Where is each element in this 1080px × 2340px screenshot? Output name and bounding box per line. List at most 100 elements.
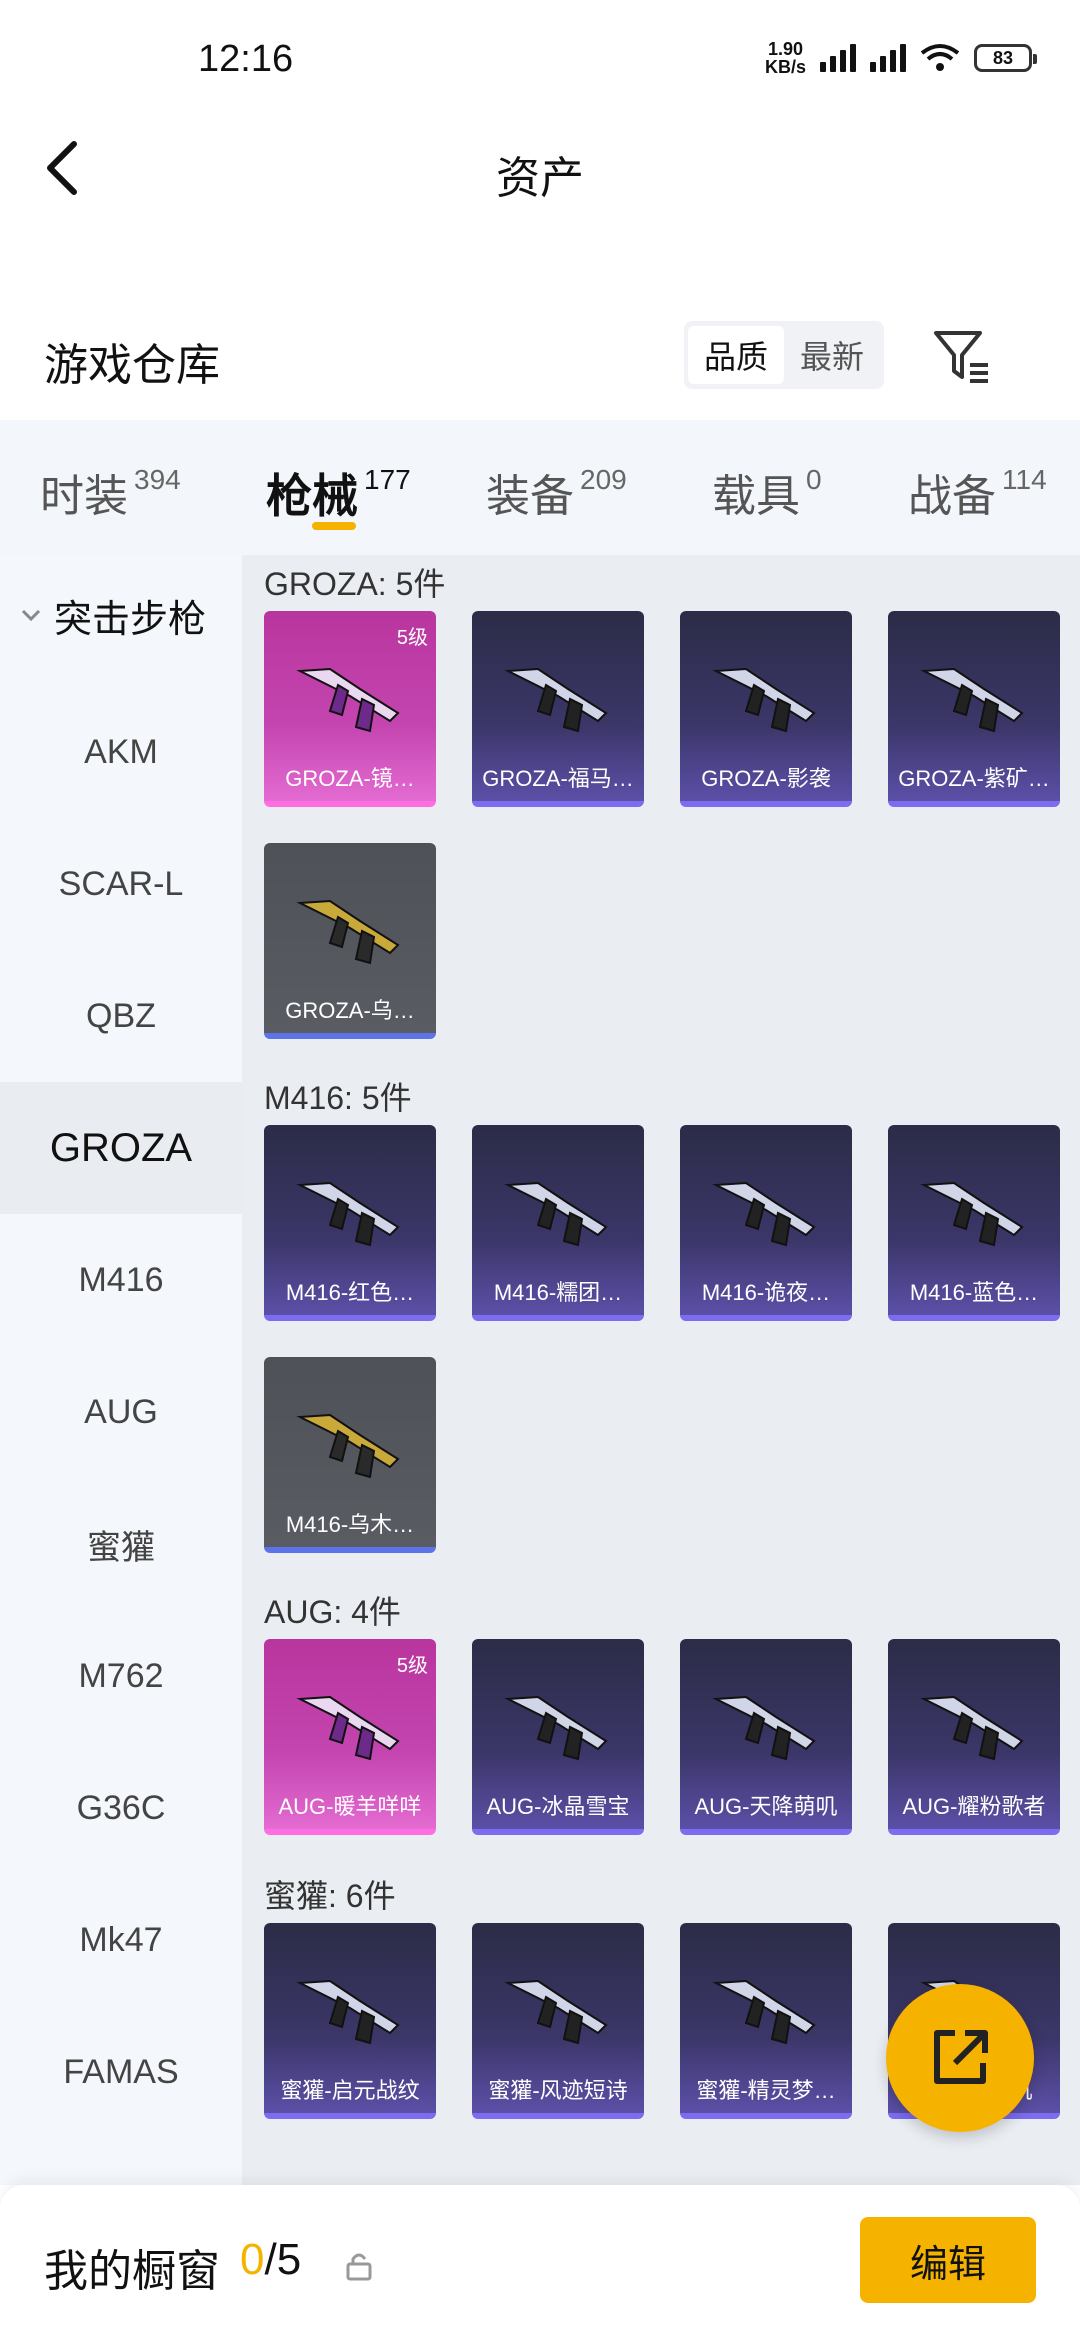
gun-icon [920, 667, 1024, 733]
lock-icon [346, 2253, 372, 2281]
battery-icon: 83 [974, 44, 1037, 72]
sidebar-item-akm[interactable]: AKM [0, 686, 242, 818]
showcase-count: 0/5 [240, 2235, 302, 2284]
assets-page: 12:16 1.90 KB/s 83 资产 游戏仓库 品质 最新 时装 394 … [0, 0, 1080, 2340]
card-label: GROZA-乌… [285, 998, 415, 1023]
sort-toggle: 品质 最新 [684, 321, 884, 389]
sidebar-item-g36c[interactable]: G36C [0, 1742, 242, 1874]
status-bar: 12:16 1.90 KB/s 83 [0, 0, 1080, 120]
tab-active-indicator [312, 522, 356, 530]
section-title: 蜜獾: 6件 [264, 1878, 396, 1914]
category-tabs: 时装 394 枪械 177 装备 209 载具 0 战备 114 [0, 420, 1080, 555]
weapon-card[interactable]: 蜜獾-风迹短诗 [472, 1923, 644, 2119]
page-title: 资产 [496, 154, 584, 203]
card-level: 5级 [396, 1655, 428, 1677]
card-label: AUG-天降萌叽 [694, 1794, 838, 1819]
card-label: 蜜獾-启元战纹 [280, 2078, 420, 2103]
gun-icon [712, 667, 816, 733]
warehouse-row: 游戏仓库 品质 最新 [0, 315, 1080, 415]
card-label: GROZA-影袭 [701, 766, 831, 791]
weapon-card[interactable]: M416-蓝色… [888, 1125, 1060, 1321]
card-label: AUG-冰晶雪宝 [486, 1794, 630, 1819]
weapon-card[interactable]: GROZA-福马… [472, 611, 644, 807]
card-label: AUG-暖羊咩咩 [278, 1794, 422, 1819]
tab-firearms[interactable]: 枪械 177 [266, 460, 411, 526]
sidebar-item-m416[interactable]: M416 [0, 1214, 242, 1346]
weapon-card[interactable]: GROZA-影袭 [680, 611, 852, 807]
sidebar-group-assault-rifles[interactable]: 突击步枪 [0, 585, 242, 645]
weapon-card[interactable]: AUG-冰晶雪宝 [472, 1639, 644, 1835]
sidebar-item-mk47[interactable]: Mk47 [0, 1874, 242, 2006]
share-icon [934, 2030, 988, 2084]
gun-icon [296, 899, 400, 965]
weapon-card[interactable]: GROZA-紫矿… [888, 611, 1060, 807]
card-level: 5级 [396, 627, 428, 649]
share-fab[interactable] [886, 1984, 1034, 2132]
card-label: GROZA-紫矿… [898, 766, 1050, 791]
weapon-card[interactable]: M416-乌木… [264, 1357, 436, 1553]
sort-newest-option[interactable]: 最新 [784, 326, 880, 384]
showcase-bar: 我的橱窗 0/5 编辑 [0, 2185, 1080, 2340]
card-label: M416-乌木… [285, 1512, 415, 1537]
sort-quality-option[interactable]: 品质 [688, 326, 784, 384]
weapon-card[interactable]: AUG-天降萌叽 [680, 1639, 852, 1835]
card-label: 蜜獾-风迹短诗 [488, 2078, 628, 2103]
gun-icon [296, 1413, 400, 1479]
card-label: M416-诡夜… [701, 1280, 831, 1305]
gun-icon [296, 1181, 400, 1247]
gun-icon [504, 1181, 608, 1247]
weapon-card[interactable]: GROZA-乌… [264, 843, 436, 1039]
card-label: GROZA-福马… [482, 766, 634, 791]
weapon-card[interactable]: M416-糯团… [472, 1125, 644, 1321]
sidebar-item-scar-l[interactable]: SCAR-L [0, 818, 242, 950]
card-label: M416-红色… [285, 1280, 415, 1305]
section-title: AUG: 4件 [264, 1594, 401, 1630]
card-label: 蜜獾-精灵梦… [696, 2078, 836, 2103]
gun-icon [504, 667, 608, 733]
gun-icon [296, 1979, 400, 2045]
card-label: GROZA-镜… [285, 766, 415, 791]
weapon-card[interactable]: 5级 AUG-暖羊咩咩 [264, 1639, 436, 1835]
sidebar-item-m762[interactable]: M762 [0, 1610, 242, 1742]
gun-icon [296, 1695, 400, 1761]
chevron-down-icon [21, 609, 41, 622]
header: 资产 [0, 120, 1080, 210]
net-speed: 1.90 KB/s [764, 39, 806, 77]
tab-vehicles[interactable]: 载具 0 [712, 460, 822, 524]
sidebar-item-famas[interactable]: FAMAS [0, 2006, 242, 2138]
tab-supplies[interactable]: 战备 114 [908, 460, 1047, 524]
edit-button[interactable]: 编辑 [860, 2217, 1036, 2303]
wifi-icon [920, 44, 960, 71]
card-label: AUG-耀粉歌者 [902, 1794, 1046, 1819]
weapon-card[interactable]: 蜜獾-启元战纹 [264, 1923, 436, 2119]
gun-icon [504, 1695, 608, 1761]
sidebar-item-groza[interactable]: GROZA [0, 1082, 242, 1214]
section-title: GROZA: 5件 [264, 566, 446, 602]
status-time: 12:16 [198, 38, 294, 80]
sidebar-item-honey-badger[interactable]: 蜜獾 [0, 1478, 242, 1610]
gun-icon [920, 1695, 1024, 1761]
sidebar-item-qbz[interactable]: QBZ [0, 950, 242, 1082]
weapon-card[interactable]: 蜜獾-精灵梦… [680, 1923, 852, 2119]
showcase-label: 我的橱窗 [44, 2247, 220, 2296]
section-title: M416: 5件 [264, 1080, 412, 1116]
signal-icon-2 [870, 44, 906, 72]
weapon-card[interactable]: 5级 GROZA-镜… [264, 611, 436, 807]
gun-icon [920, 1181, 1024, 1247]
warehouse-title: 游戏仓库 [44, 341, 220, 390]
gun-icon [712, 1181, 816, 1247]
status-icons: 1.90 KB/s 83 [764, 39, 1037, 77]
sidebar-item-aug[interactable]: AUG [0, 1346, 242, 1478]
gun-icon [712, 1695, 816, 1761]
weapon-sidebar: 突击步枪 AKM SCAR-L QBZ GROZA M416 AUG 蜜獾 M7… [0, 555, 242, 2185]
filter-icon[interactable] [930, 325, 994, 389]
weapon-card[interactable]: AUG-耀粉歌者 [888, 1639, 1060, 1835]
gun-icon [296, 667, 400, 733]
weapon-grid: GROZA: 5件 5级 GROZA-镜… GROZA-福马… GROZA-影袭 GROZ… [242, 555, 1080, 2185]
tab-fashion[interactable]: 时装 394 [40, 460, 181, 524]
weapon-card[interactable]: M416-红色… [264, 1125, 436, 1321]
gun-icon [504, 1979, 608, 2045]
tab-equipment[interactable]: 装备 209 [486, 460, 627, 524]
weapon-card[interactable]: M416-诡夜… [680, 1125, 852, 1321]
gun-icon [712, 1979, 816, 2045]
